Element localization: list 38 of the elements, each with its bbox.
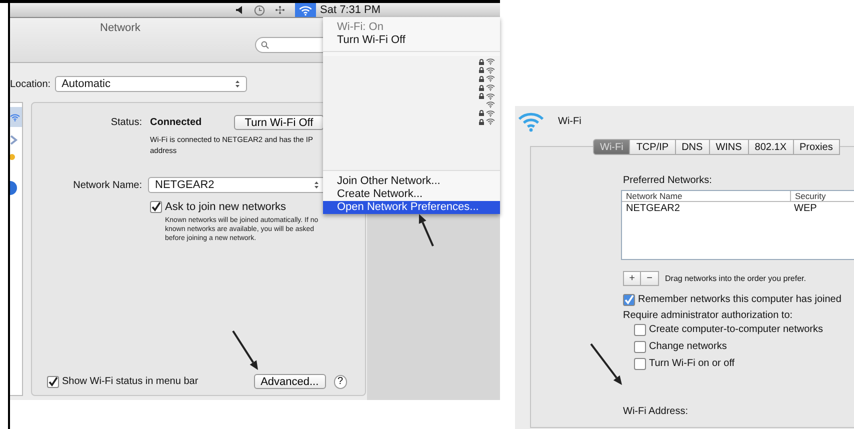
help-button[interactable]: ?: [334, 374, 347, 388]
table-cell-text: NETGEAR2: [625, 203, 681, 214]
network-name-label: Network Name:: [72, 180, 143, 190]
location-label: Location:: [10, 78, 51, 90]
checkbox-label: Remember networks this computer has joined: [638, 294, 842, 305]
column-header[interactable]: Security: [790, 191, 854, 201]
status-label: Status:: [110, 117, 143, 128]
checkbox-label: Turn Wi-Fi on or off: [649, 358, 735, 369]
tab[interactable]: DNS: [676, 139, 710, 155]
tab[interactable]: TCP/IP: [630, 139, 676, 155]
location-popup[interactable]: Automatic: [54, 76, 247, 92]
add-button[interactable]: +: [623, 271, 641, 286]
section-label: Require administrator authorization to:: [623, 310, 794, 321]
remove-button[interactable]: −: [641, 271, 659, 286]
checkbox-label: Create computer-to-computer networks: [649, 324, 823, 335]
tab[interactable]: WINS: [710, 139, 749, 155]
tab[interactable]: 802.1X: [748, 139, 794, 155]
checkbox-label: Change networks: [649, 341, 727, 352]
wifi-status: Wi-Fi: On: [336, 21, 384, 34]
checkbox-label: Ask to join new networks: [165, 201, 286, 213]
turn-wifi-off-button[interactable]: Turn Wi-Fi Off: [234, 115, 324, 130]
tab[interactable]: Proxies: [794, 139, 840, 155]
column-header[interactable]: Network Name: [622, 191, 790, 201]
address-label: Wi-Fi Address:: [623, 406, 690, 417]
pane-title: Wi-Fi: [558, 116, 582, 126]
menu-bar-clock[interactable]: Sat 7:31 PM: [320, 4, 381, 16]
checkbox-label: Show Wi-Fi status in menu bar: [62, 376, 200, 387]
advanced-button[interactable]: Advanced...: [254, 374, 326, 389]
network-name-popup[interactable]: NETGEAR2: [148, 177, 326, 193]
menu-item[interactable]: Join Other Network...: [323, 175, 500, 188]
menu-item[interactable]: Create Network...: [323, 188, 500, 201]
window-title: Network: [100, 22, 140, 34]
status-value: Connected: [150, 117, 203, 128]
table-cell-text: WEP: [793, 203, 818, 214]
menu-item[interactable]: Open Network Preferences...: [323, 201, 500, 214]
menu-item[interactable]: Turn Wi-Fi Off: [323, 34, 500, 47]
drag-hint: Drag networks into the order you prefer.: [665, 274, 806, 283]
section-label: Preferred Networks:: [623, 175, 713, 186]
